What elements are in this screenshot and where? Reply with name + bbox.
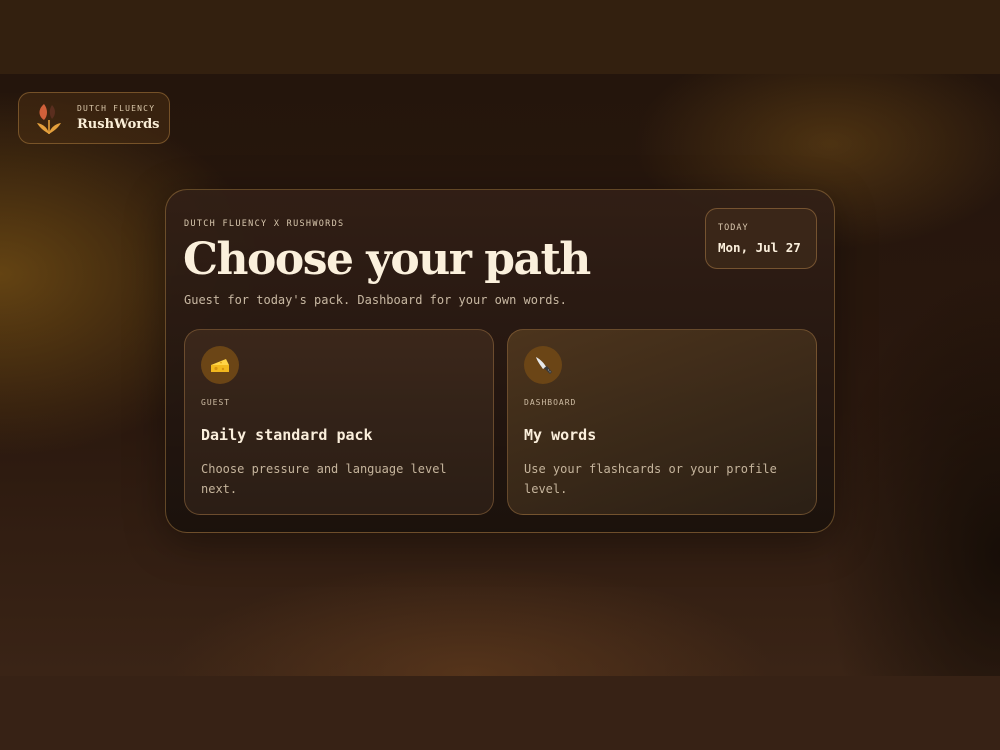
today-badge: TODAY Mon, Jul 27: [705, 208, 817, 269]
guest-title: Daily standard pack: [201, 426, 373, 444]
brand-eyebrow: DUTCH FLUENCY: [77, 104, 156, 113]
page-title: Choose your path: [183, 234, 591, 285]
page-subtitle: Guest for today's pack. Dashboard for yo…: [184, 293, 567, 307]
today-label: TODAY: [718, 223, 749, 233]
guest-tag: GUEST: [201, 398, 231, 407]
hero-eyebrow: DUTCH FLUENCY X RUSHWORDS: [184, 219, 345, 229]
guest-option-card[interactable]: GUEST Daily standard pack Choose pressur…: [184, 329, 494, 515]
knife-icon: [524, 346, 562, 384]
cheese-icon: [201, 346, 239, 384]
dashboard-tag: DASHBOARD: [524, 398, 577, 407]
brand-name: RushWords: [77, 117, 160, 132]
dashboard-description: Use your flashcards or your profile leve…: [524, 462, 777, 496]
wheat-tulip-logo-icon: [37, 104, 61, 134]
path-chooser-card: DUTCH FLUENCY X RUSHWORDS Choose your pa…: [165, 189, 835, 533]
today-date: Mon, Jul 27: [718, 240, 801, 255]
dashboard-title: My words: [524, 426, 597, 444]
bottom-band: [0, 676, 1000, 750]
top-band: [0, 0, 1000, 74]
guest-description: Choose pressure and language level next.: [201, 462, 447, 496]
dashboard-option-card[interactable]: DASHBOARD My words Use your flashcards o…: [507, 329, 817, 515]
brand-badge[interactable]: DUTCH FLUENCY RushWords: [18, 92, 170, 144]
